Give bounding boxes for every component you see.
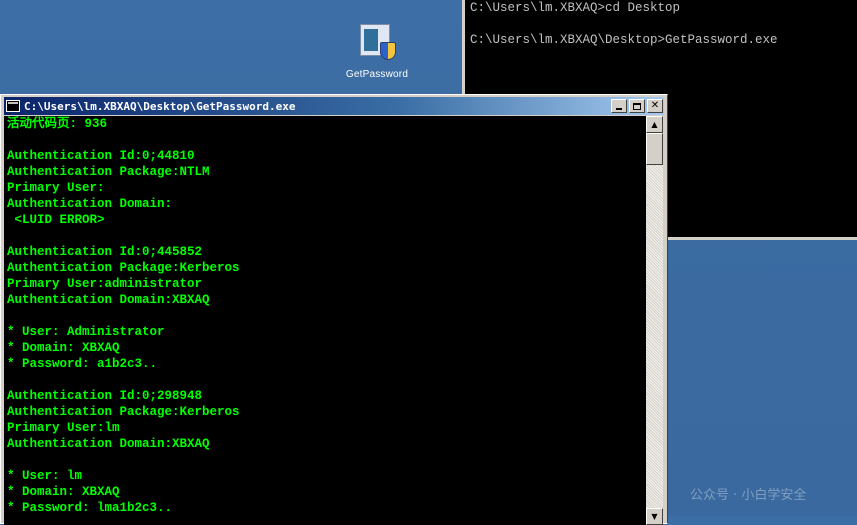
minimize-button[interactable] xyxy=(611,99,627,113)
console-line: Authentication Id:0;44810 xyxy=(7,149,195,163)
console-line: * Password: a1b2c3.. xyxy=(7,357,158,371)
console-line: 活动代码页: 936 xyxy=(7,117,108,131)
console-line: C:\Users\lm.XBXAQ>cd Desktop xyxy=(470,1,681,15)
console-line: Authentication Id:0;445852 xyxy=(7,245,203,259)
window-title: C:\Users\lm.XBXAQ\Desktop\GetPassword.ex… xyxy=(24,99,296,113)
console-line: Primary User:lm xyxy=(7,421,120,435)
scroll-up-button[interactable]: ▲ xyxy=(646,116,663,133)
arrow-up-icon: ▲ xyxy=(651,120,658,129)
console-line: Authentication Domain:XBXAQ xyxy=(7,437,210,451)
window-titlebar[interactable]: C:\Users\lm.XBXAQ\Desktop\GetPassword.ex… xyxy=(4,97,664,115)
arrow-down-icon: ▼ xyxy=(651,512,658,521)
console-line: Authentication Package:Kerberos xyxy=(7,405,240,419)
console-line: * Domain: XBXAQ xyxy=(7,341,120,355)
console-line: Primary User:administrator xyxy=(7,277,203,291)
console-line: Primary User: xyxy=(7,181,105,195)
vertical-scrollbar[interactable]: ▲ ▼ xyxy=(646,116,663,525)
minimize-icon xyxy=(616,108,622,110)
console-line: C:\Users\lm.XBXAQ\Desktop>GetPassword.ex… xyxy=(470,33,778,47)
scroll-down-button[interactable]: ▼ xyxy=(646,508,663,525)
desktop-icon-label: GetPassword xyxy=(345,69,409,80)
console-app-icon[interactable] xyxy=(6,100,20,112)
close-button[interactable]: ✕ xyxy=(647,99,663,113)
maximize-icon xyxy=(633,102,641,110)
getpassword-console-window[interactable]: C:\Users\lm.XBXAQ\Desktop\GetPassword.ex… xyxy=(0,94,668,525)
console-line: * User: Administrator xyxy=(7,325,165,339)
watermark: 公众号 · 小白学安全 xyxy=(690,488,807,503)
console-line: Authentication Id:0;298948 xyxy=(7,389,203,403)
close-icon: ✕ xyxy=(650,100,660,111)
console-line: Authentication Domain: xyxy=(7,197,173,211)
maximize-button[interactable] xyxy=(629,99,645,113)
console-line: Authentication Package:Kerberos xyxy=(7,261,240,275)
console-line: Authentication Package:NTLM xyxy=(7,165,210,179)
program-shield-icon xyxy=(356,22,398,62)
console-line: <LUID ERROR> xyxy=(7,213,105,227)
console-line: * Password: lma1b2c3.. xyxy=(7,501,173,515)
console-output[interactable]: 活动代码页: 936 Authentication Id:0;44810 Authe… xyxy=(4,116,646,525)
console-line: * User: lm xyxy=(7,469,83,483)
shield-icon xyxy=(380,42,396,60)
scroll-thumb[interactable] xyxy=(646,133,663,165)
console-line: Authentication Domain:XBXAQ xyxy=(7,293,210,307)
desktop-icon-getpassword[interactable]: GetPassword xyxy=(340,22,414,86)
console-line: * Domain: XBXAQ xyxy=(7,485,120,499)
